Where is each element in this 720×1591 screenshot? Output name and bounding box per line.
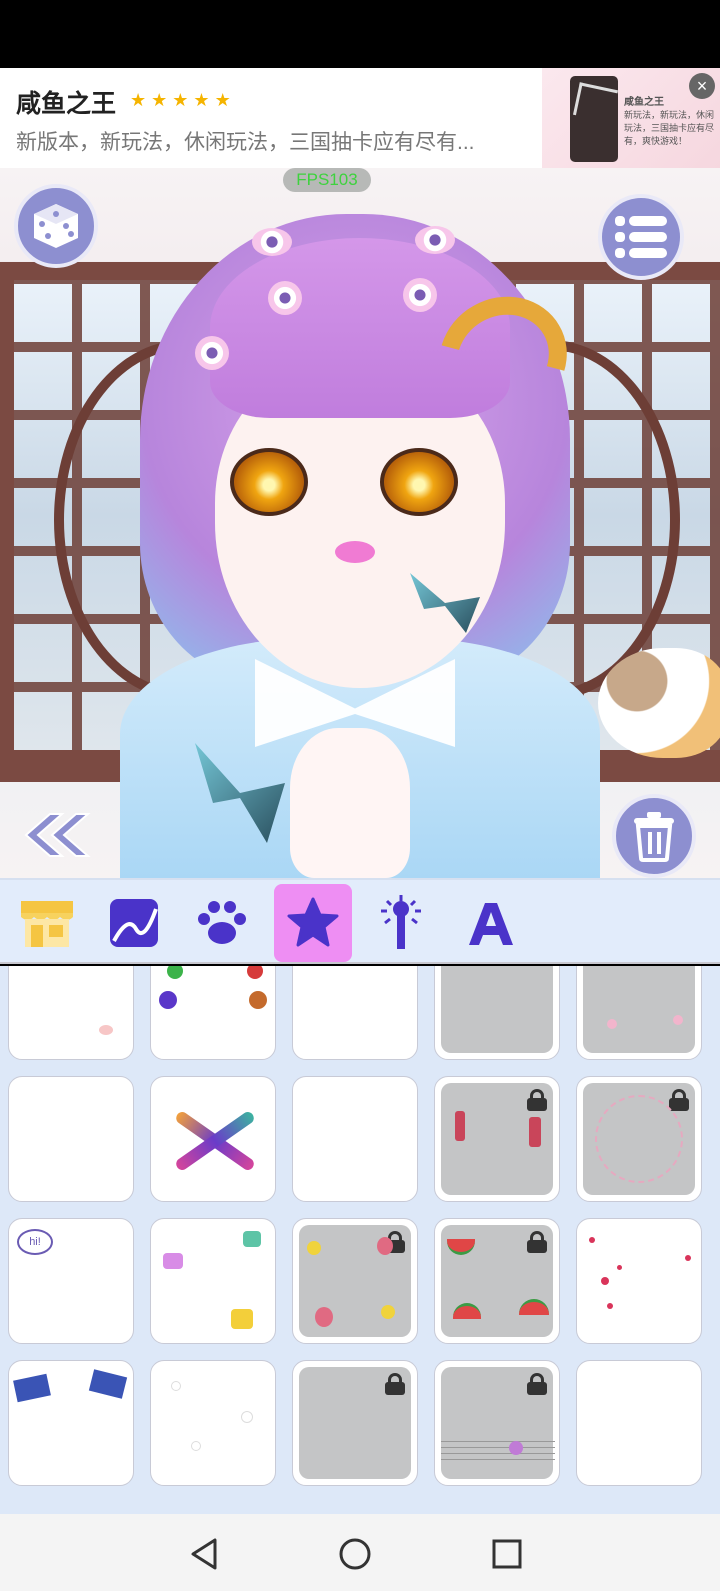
letter-a-icon: [469, 903, 513, 945]
item-tile-locked[interactable]: [434, 1076, 560, 1202]
app-root: 咸鱼之王 ★ ★ ★ ★ ★ 新版本，新玩法，休闲玩法，三国抽卡应有尽有... 咸鱼之王…: [0, 0, 720, 1591]
back-icon[interactable]: [187, 1536, 223, 1572]
hair-flower: [268, 281, 302, 315]
item-tile[interactable]: [150, 1360, 276, 1486]
ad-phone-image: [570, 76, 618, 162]
list-icon: [615, 216, 667, 258]
item-tile[interactable]: [576, 1218, 702, 1344]
character-lips: [335, 541, 375, 563]
hair-flower: [403, 278, 437, 312]
item-tile-locked[interactable]: [292, 1360, 418, 1486]
menu-button[interactable]: [598, 194, 684, 280]
item-tile-locked[interactable]: [434, 1360, 560, 1486]
star-icon: ★: [193, 90, 210, 110]
hair-flower: [415, 226, 455, 254]
shop-icon: [21, 901, 73, 947]
item-tile[interactable]: [292, 1076, 418, 1202]
lock-icon: [527, 1231, 547, 1253]
tab-background[interactable]: [95, 884, 173, 962]
magic-wand-icon: [381, 895, 421, 949]
ad-banner[interactable]: 咸鱼之王 ★ ★ ★ ★ ★ 新版本，新玩法，休闲玩法，三国抽卡应有尽有... 咸鱼之王…: [0, 68, 720, 168]
lock-icon: [669, 1089, 689, 1111]
status-bar: [0, 0, 720, 68]
collapse-chevron-button[interactable]: [22, 812, 92, 858]
item-tile[interactable]: hi!: [8, 1218, 134, 1344]
star-icon: ★: [151, 90, 168, 110]
fps-counter: FPS103: [283, 168, 371, 192]
paw-icon: [198, 901, 246, 944]
recents-icon[interactable]: [489, 1536, 525, 1572]
hair-flower: [252, 228, 292, 256]
trash-icon: [634, 812, 674, 862]
tab-text[interactable]: [452, 884, 530, 962]
ad-thumbnail-text: 咸鱼之王 新玩法，新玩法，休闲玩法，三国抽卡应有尽有，爽快游戏！: [624, 96, 714, 148]
character-right-eye: [380, 448, 458, 516]
ad-thumbnail-caption: 新玩法，新玩法，休闲玩法，三国抽卡应有尽有，爽快游戏！: [624, 110, 715, 146]
character-hands: [290, 728, 410, 878]
home-icon[interactable]: [337, 1536, 373, 1572]
close-icon: ×: [696, 76, 708, 96]
item-tile-locked[interactable]: [576, 966, 702, 1060]
star-icon: ★: [172, 90, 189, 110]
star-icon: ★: [214, 90, 231, 110]
item-tile-locked[interactable]: [434, 966, 560, 1060]
character-left-eye: [230, 448, 308, 516]
item-tile[interactable]: [576, 1360, 702, 1486]
hair-flower: [195, 336, 229, 370]
item-tile[interactable]: [150, 1076, 276, 1202]
item-grid: hi!: [0, 966, 720, 1514]
delete-button[interactable]: [612, 794, 696, 878]
ad-rating-stars: ★ ★ ★ ★ ★: [130, 90, 236, 111]
category-toolbar: [0, 878, 720, 964]
sleeping-cat-pet: [598, 648, 720, 758]
item-tile[interactable]: [8, 1360, 134, 1486]
ad-title[interactable]: 咸鱼之王: [16, 84, 116, 120]
tab-pet[interactable]: [183, 884, 261, 962]
ad-close-button[interactable]: ×: [689, 73, 715, 99]
speech-bubble: hi!: [17, 1229, 53, 1255]
tab-shop[interactable]: [8, 884, 86, 962]
system-nav-bar: [0, 1514, 720, 1591]
item-tile-locked[interactable]: [292, 1218, 418, 1344]
item-tile-locked[interactable]: [576, 1076, 702, 1202]
picture-icon: [110, 899, 158, 947]
tab-sticker[interactable]: [274, 884, 352, 962]
item-tile[interactable]: [292, 966, 418, 1060]
dice-icon: [34, 204, 78, 248]
item-tile-locked[interactable]: [434, 1218, 560, 1344]
item-tile[interactable]: [8, 1076, 134, 1202]
lock-icon: [385, 1373, 405, 1395]
random-dice-button[interactable]: [14, 184, 98, 268]
star-icon: [287, 897, 339, 947]
lock-icon: [527, 1089, 547, 1111]
tab-effect[interactable]: [362, 884, 440, 962]
lock-icon: [527, 1373, 547, 1395]
item-tile[interactable]: [8, 966, 134, 1060]
item-tile[interactable]: [150, 1218, 276, 1344]
ad-description[interactable]: 新版本，新玩法，休闲玩法，三国抽卡应有尽有...: [16, 126, 531, 156]
star-icon: ★: [130, 90, 147, 110]
item-tile[interactable]: [150, 966, 276, 1060]
dressup-canvas[interactable]: FPS103: [0, 168, 720, 878]
